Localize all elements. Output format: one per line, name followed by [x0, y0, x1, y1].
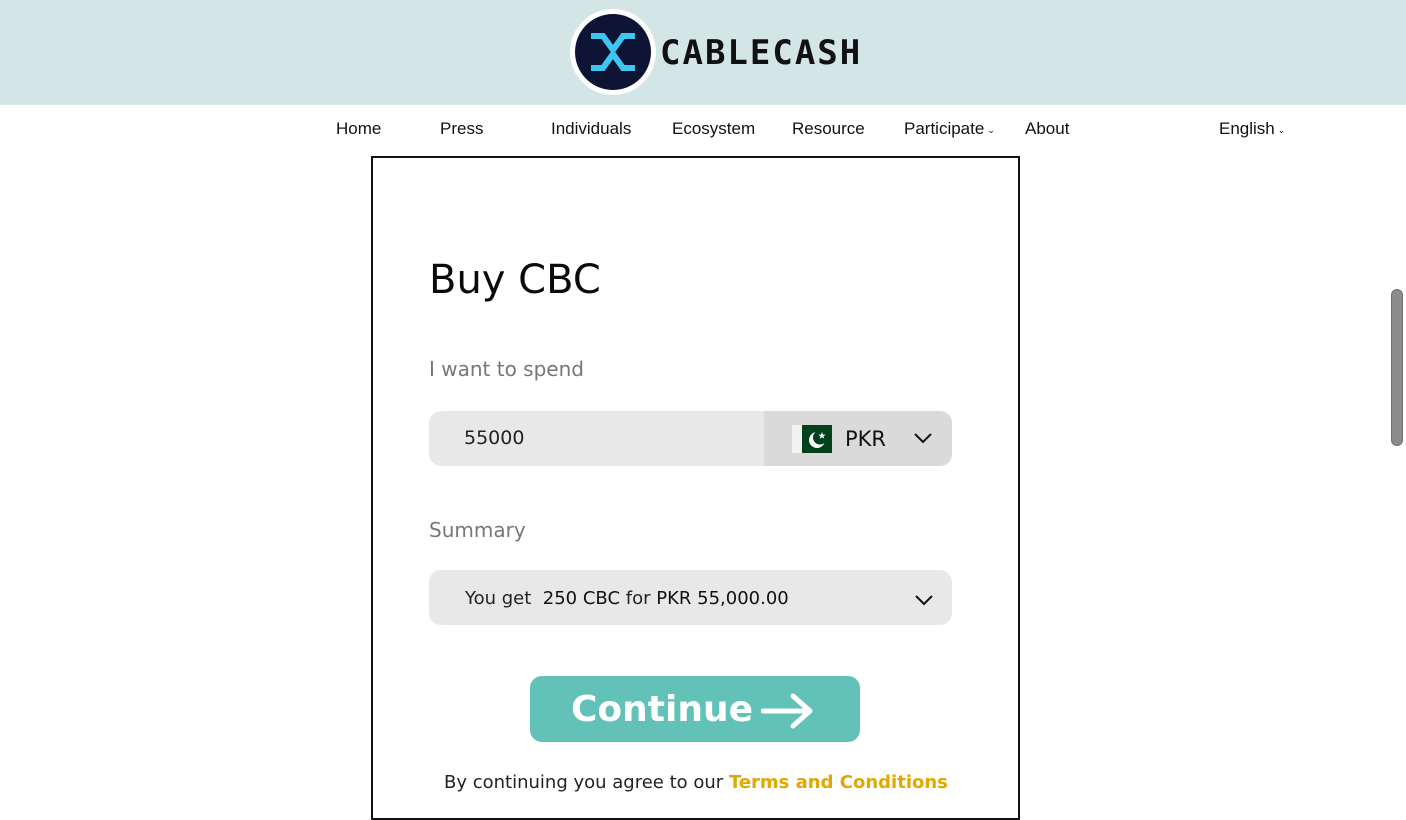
- page-title: Buy CBC: [429, 257, 601, 303]
- currency-select[interactable]: PKR: [764, 411, 952, 466]
- summary-middle: for: [625, 588, 651, 609]
- cablecash-x-logo-icon: [575, 14, 651, 90]
- summary-text: You get 250 CBC for PKR 55,000.00: [465, 570, 789, 627]
- brand-logo[interactable]: [570, 9, 656, 95]
- continue-button[interactable]: Continue: [530, 676, 860, 742]
- language-selector[interactable]: English ⌄: [1219, 113, 1285, 145]
- spend-input-group: 55000 PKR: [429, 411, 952, 466]
- chevron-down-icon: ⌄: [987, 124, 995, 135]
- nav-press[interactable]: Press: [440, 113, 483, 145]
- summary-label: Summary: [429, 518, 526, 542]
- page-scrollbar[interactable]: [1391, 289, 1403, 446]
- nav-participate[interactable]: Participate ⌄: [904, 113, 995, 145]
- continue-label: Continue: [571, 689, 754, 730]
- summary-total: PKR 55,000.00: [656, 588, 789, 609]
- brand-name[interactable]: CABLECASH: [660, 30, 862, 76]
- summary-dropdown[interactable]: You get 250 CBC for PKR 55,000.00: [429, 570, 952, 625]
- chevron-down-icon: [914, 433, 932, 444]
- nav-about[interactable]: About: [1025, 113, 1069, 145]
- spend-label: I want to spend: [429, 357, 584, 381]
- nav-home[interactable]: Home: [336, 113, 381, 145]
- chevron-down-icon: ⌄: [1277, 124, 1286, 135]
- nav-ecosystem[interactable]: Ecosystem: [672, 113, 755, 145]
- summary-prefix: You get: [465, 588, 532, 609]
- language-label: English: [1219, 119, 1275, 138]
- terms-notice: By continuing you agree to our Terms and…: [444, 770, 948, 796]
- amount-input[interactable]: 55000: [429, 411, 764, 466]
- chevron-down-icon: [915, 595, 933, 606]
- pakistan-flag-icon: [792, 425, 832, 453]
- currency-code: PKR: [845, 427, 887, 451]
- arrow-right-icon: [761, 693, 813, 729]
- nav-resource[interactable]: Resource: [792, 113, 865, 145]
- summary-cbc-amount: 250 CBC: [542, 588, 621, 609]
- nav-individuals[interactable]: Individuals: [551, 113, 631, 145]
- nav-participate-label: Participate: [904, 119, 985, 138]
